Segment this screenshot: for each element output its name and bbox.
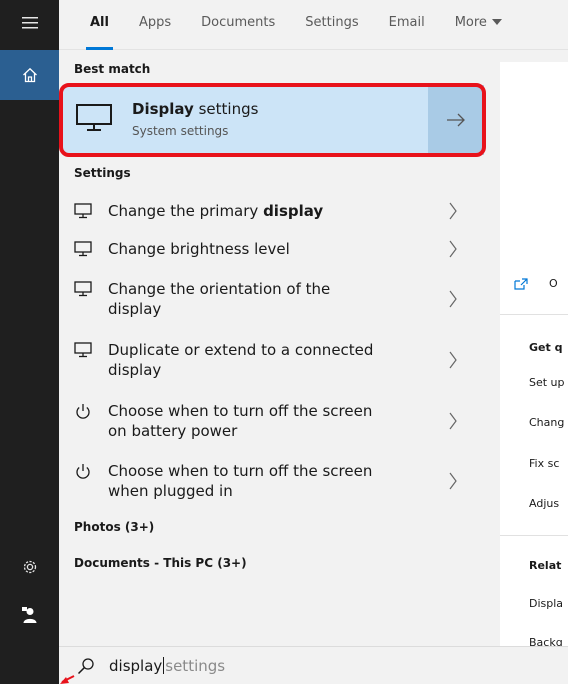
tab-documents[interactable]: Documents xyxy=(201,0,275,50)
best-match-title-bold: Display xyxy=(132,100,194,118)
chevron-right-icon xyxy=(449,351,457,369)
list-item-line1: Change the orientation of the xyxy=(108,280,331,298)
list-item-label: Change the primary display xyxy=(108,201,428,221)
list-item-line1: Duplicate or extend to a connected xyxy=(108,341,374,359)
list-item-text: Change the primary xyxy=(108,202,264,220)
tab-all[interactable]: All xyxy=(86,0,113,50)
preview-card xyxy=(500,62,568,250)
get-quick-heading: Get q xyxy=(529,341,563,354)
list-item[interactable]: Change the orientation of the display xyxy=(59,279,486,323)
caret-down-icon xyxy=(491,19,502,25)
best-match-subtitle: System settings xyxy=(132,124,229,138)
hamburger-menu-icon xyxy=(21,17,38,29)
tab-more[interactable]: More xyxy=(455,0,502,50)
chevron-right-icon xyxy=(449,290,457,308)
gear-icon xyxy=(23,560,36,574)
chevron-right-icon xyxy=(449,240,457,258)
preview-divider xyxy=(500,535,568,536)
list-item[interactable]: Choose when to turn off the screen when p… xyxy=(59,461,486,505)
list-item[interactable]: Change brightness level xyxy=(59,239,486,269)
list-item-line2: when plugged in xyxy=(108,482,233,500)
best-match-title: Display settings xyxy=(132,100,258,118)
search-icon xyxy=(77,658,94,675)
best-match-expand-button[interactable] xyxy=(428,85,484,155)
home-icon xyxy=(22,67,37,83)
list-item[interactable]: Duplicate or extend to a connected displa… xyxy=(59,340,486,384)
preview-panel: O Get q Set up Chang Fix sc Adjus Relat … xyxy=(486,50,568,646)
user-icon xyxy=(21,607,36,623)
open-label[interactable]: O xyxy=(549,277,568,290)
search-typed-text: display xyxy=(109,657,163,675)
chevron-right-icon xyxy=(449,202,457,220)
chevron-right-icon xyxy=(449,412,457,430)
settings-heading: Settings xyxy=(74,166,131,180)
monitor-icon xyxy=(74,241,92,257)
account-button[interactable] xyxy=(0,592,59,638)
list-item[interactable]: Choose when to turn off the screen on bat… xyxy=(59,401,486,445)
preview-body xyxy=(500,250,568,646)
list-item-label: Choose when to turn off the screen on bat… xyxy=(108,401,428,441)
tab-more-label: More xyxy=(454,14,487,30)
list-item-line2: on battery power xyxy=(108,422,238,440)
open-icon[interactable] xyxy=(514,278,528,290)
monitor-icon xyxy=(74,203,92,219)
list-item-label: Change brightness level xyxy=(108,240,290,258)
quick-link[interactable]: Set up xyxy=(529,376,568,389)
related-link[interactable]: Backg xyxy=(529,636,568,646)
preview-divider xyxy=(500,314,568,315)
tab-settings-label: Settings xyxy=(305,14,359,30)
search-bar[interactable]: display settings xyxy=(59,646,568,684)
monitor-icon xyxy=(74,342,92,358)
quick-link[interactable]: Chang xyxy=(529,416,568,429)
tab-documents-label: Documents xyxy=(201,14,276,30)
search-input[interactable]: display settings xyxy=(109,657,225,675)
best-match-title-rest: settings xyxy=(193,100,259,118)
arrow-right-icon xyxy=(447,113,465,127)
tab-settings[interactable]: Settings xyxy=(305,0,358,50)
documents-heading[interactable]: Documents - This PC (3+) xyxy=(74,556,247,570)
list-item-label: Change the orientation of the display xyxy=(108,279,428,319)
list-item-line2: display xyxy=(108,300,162,318)
best-match-heading: Best match xyxy=(74,62,151,76)
search-suggestion: settings xyxy=(165,657,226,675)
filter-tabs: All Apps Documents Settings Email More xyxy=(59,0,568,50)
annotation-arrow-icon xyxy=(60,675,75,684)
related-heading: Relat xyxy=(529,559,562,572)
home-button[interactable] xyxy=(0,50,59,100)
quick-link[interactable]: Fix sc xyxy=(529,457,568,470)
power-icon xyxy=(76,464,90,479)
tab-apps-label: Apps xyxy=(138,14,172,30)
tab-email[interactable]: Email xyxy=(389,0,425,50)
list-item[interactable]: Change the primary display xyxy=(59,201,486,231)
list-item-line1: Choose when to turn off the screen xyxy=(108,462,373,480)
monitor-icon xyxy=(74,281,92,297)
list-item-label: Duplicate or extend to a connected displa… xyxy=(108,340,428,380)
hamburger-menu-button[interactable] xyxy=(0,0,59,46)
quick-link[interactable]: Adjus xyxy=(529,497,568,510)
related-link[interactable]: Displa xyxy=(529,597,568,610)
monitor-icon xyxy=(76,104,112,131)
list-item-line2: display xyxy=(108,361,162,379)
tab-email-label: Email xyxy=(388,14,425,30)
list-item-label: Choose when to turn off the screen when p… xyxy=(108,461,428,501)
list-item-text-bold: display xyxy=(263,202,324,220)
photos-heading[interactable]: Photos (3+) xyxy=(74,520,154,534)
settings-button[interactable] xyxy=(0,544,59,590)
power-icon xyxy=(76,404,90,419)
chevron-right-icon xyxy=(449,472,457,490)
tab-all-label: All xyxy=(90,14,109,30)
left-rail xyxy=(0,0,59,684)
list-item-line1: Choose when to turn off the screen xyxy=(108,402,373,420)
tab-apps[interactable]: Apps xyxy=(139,0,171,50)
best-match-open[interactable]: Display settings System settings xyxy=(62,85,428,155)
results-list: Best match Display settings System setti… xyxy=(59,50,486,646)
best-match-result[interactable]: Display settings System settings xyxy=(62,85,484,155)
